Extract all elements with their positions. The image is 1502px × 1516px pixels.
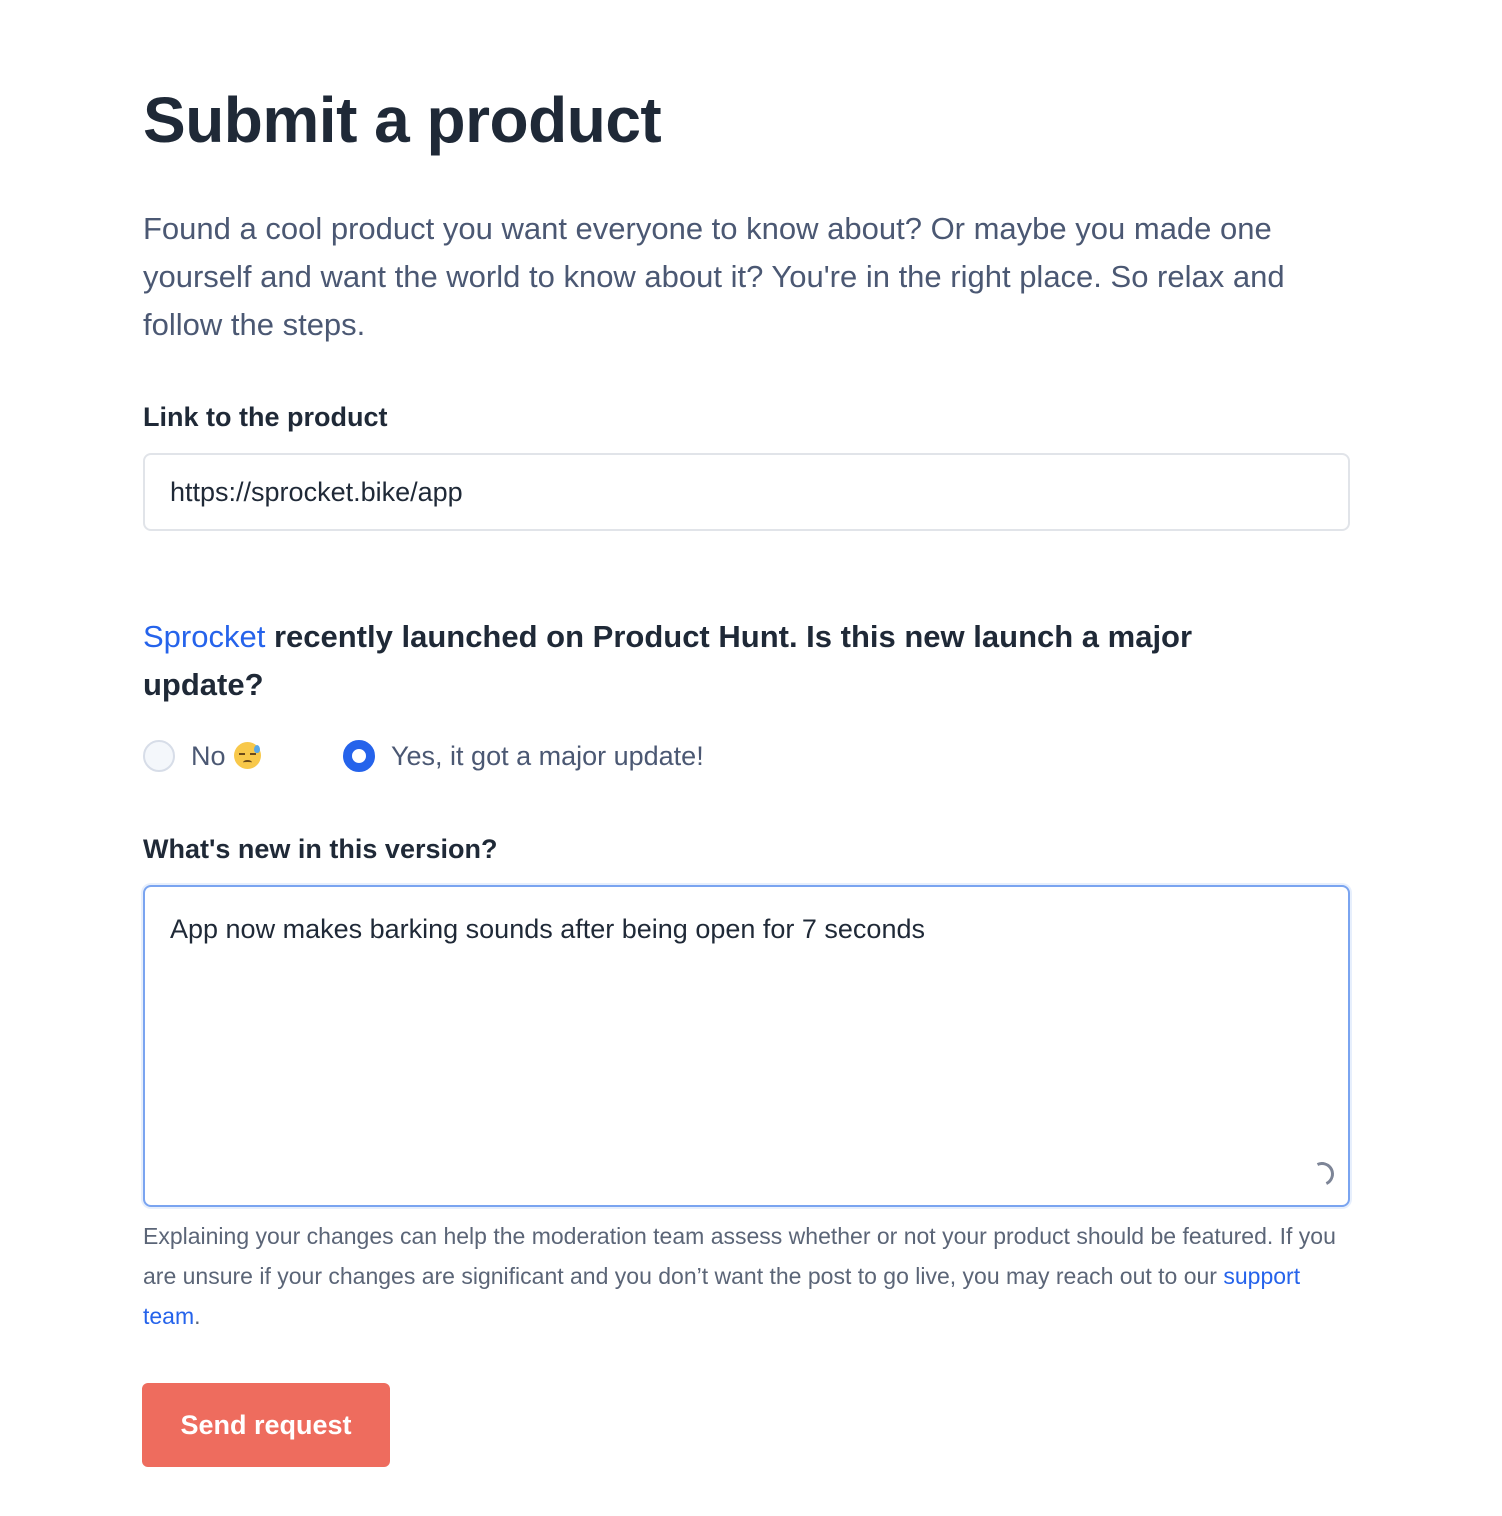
radio-option-no[interactable]: No [143, 738, 261, 774]
downcast-sweat-face-icon [233, 742, 261, 769]
send-request-button[interactable]: Send request [142, 1383, 390, 1467]
submit-product-page: Submit a product Found a cool product yo… [0, 0, 1502, 1516]
radio-yes-circle[interactable] [343, 740, 375, 772]
radio-yes-label[interactable]: Yes, it got a major update! [391, 738, 704, 774]
radio-option-yes[interactable]: Yes, it got a major update! [343, 738, 704, 774]
page-title: Submit a product [143, 84, 662, 156]
whats-new-textarea[interactable]: App now makes barking sounds after being… [143, 885, 1350, 1207]
intro-text: Found a cool product you want everyone t… [143, 211, 1285, 342]
help-text-suffix: . [194, 1303, 201, 1329]
launch-question-text: recently launched on Product Hunt. Is th… [143, 619, 1193, 702]
link-field-label: Link to the product [143, 402, 388, 432]
product-name-link[interactable]: Sprocket [143, 619, 265, 654]
product-link-input[interactable] [143, 453, 1350, 531]
radio-no-label-text: No [191, 741, 226, 771]
version-field-label: What's new in this version? [143, 834, 498, 864]
radio-no-label[interactable]: No [191, 738, 261, 774]
launch-question: Sprocket recently launched on Product Hu… [143, 613, 1273, 709]
help-text-body: Explaining your changes can help the mod… [143, 1223, 1336, 1289]
radio-no-circle[interactable] [143, 740, 175, 772]
help-text: Explaining your changes can help the mod… [143, 1216, 1353, 1336]
